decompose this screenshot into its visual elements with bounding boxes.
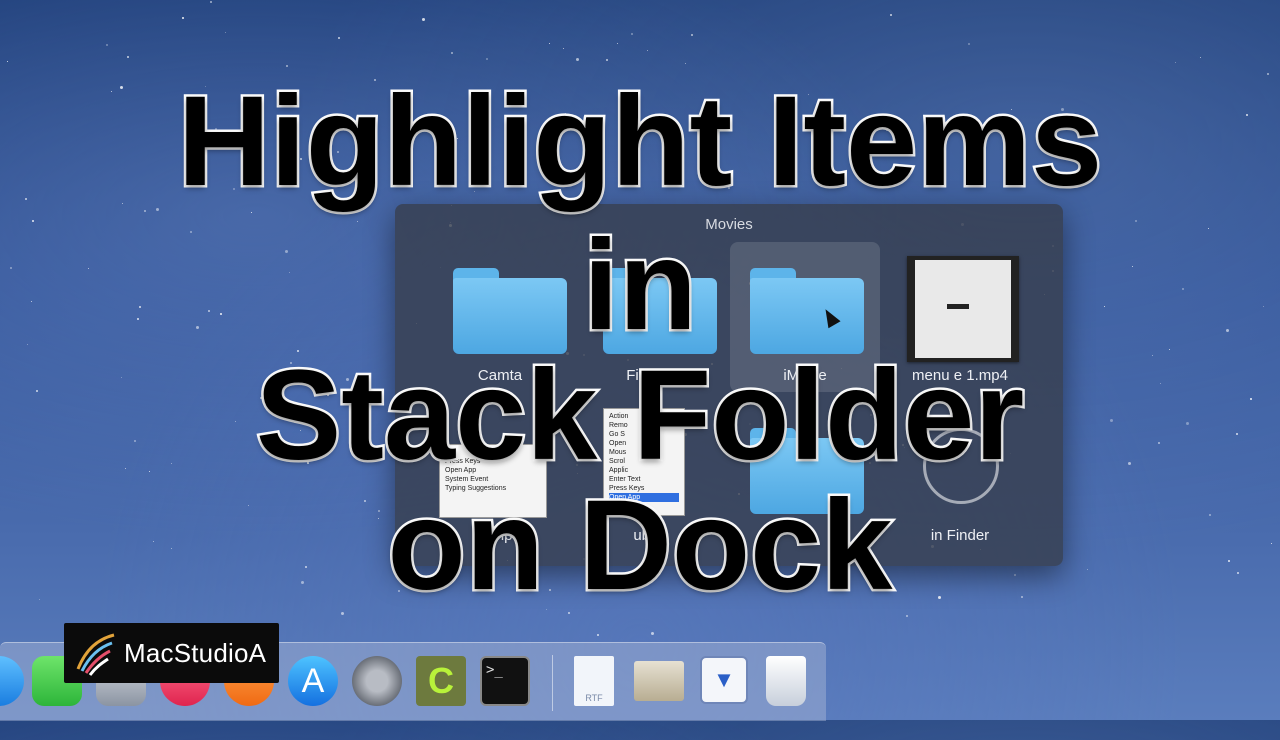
overlay-title-line-1: Highlight Items xyxy=(175,70,1104,213)
star xyxy=(647,50,649,52)
star xyxy=(617,42,619,44)
star xyxy=(549,42,551,44)
star xyxy=(6,61,8,63)
rtf-label: RTF xyxy=(585,693,603,703)
star xyxy=(485,57,488,60)
star xyxy=(340,612,344,616)
star xyxy=(155,208,159,212)
star xyxy=(450,52,453,55)
star xyxy=(225,32,227,34)
star xyxy=(967,42,970,45)
app-store-icon[interactable]: A xyxy=(288,656,338,706)
star xyxy=(144,210,147,212)
camtasia-icon[interactable]: C xyxy=(416,656,466,706)
star xyxy=(285,64,288,67)
brand-watermark: MacStudioA xyxy=(64,623,279,683)
terminal-icon[interactable]: >_ xyxy=(480,656,530,706)
star xyxy=(562,48,564,50)
photos-stack-icon[interactable] xyxy=(634,661,684,701)
star xyxy=(182,16,185,19)
macstudioa-logo-icon xyxy=(72,629,120,677)
rtf-document-icon[interactable]: RTF xyxy=(574,656,614,706)
star xyxy=(1266,73,1269,76)
downloads-stack-icon[interactable]: ▼ xyxy=(700,656,748,704)
terminal-prompt: >_ xyxy=(486,662,503,678)
brand-name: MacStudioA xyxy=(124,637,267,668)
star xyxy=(631,33,634,36)
dock-separator xyxy=(552,655,553,711)
overlay-title-line-4: on Dock xyxy=(385,474,895,617)
star xyxy=(650,632,654,636)
star xyxy=(889,13,892,16)
star xyxy=(605,59,608,62)
star xyxy=(422,17,426,21)
star xyxy=(127,56,130,59)
star xyxy=(338,36,341,39)
messages-icon[interactable] xyxy=(0,656,24,706)
star xyxy=(685,63,687,65)
star xyxy=(575,57,579,61)
star xyxy=(690,33,693,36)
overlay-title-line-3: Stack Folder xyxy=(253,344,1026,487)
star xyxy=(906,615,908,618)
star xyxy=(596,633,599,636)
system-preferences-icon[interactable] xyxy=(352,656,402,706)
star xyxy=(210,0,213,3)
star xyxy=(1200,57,1202,59)
star xyxy=(1174,61,1176,63)
overlay-title-line-2: in xyxy=(581,214,700,357)
star xyxy=(105,43,108,46)
trash-icon[interactable] xyxy=(766,656,806,706)
